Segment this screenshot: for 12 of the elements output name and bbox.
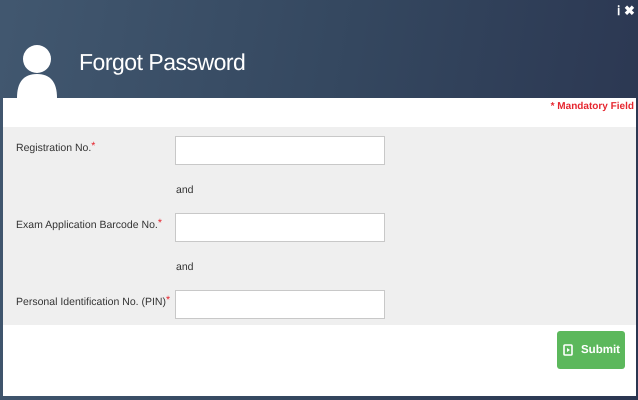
field-label: Registration No. xyxy=(16,141,92,154)
close-button[interactable]: ✖ xyxy=(623,3,636,19)
field-label: Exam Application Barcode No. xyxy=(16,218,158,231)
required-marker: * xyxy=(166,293,170,306)
dialog-title: Forgot Password xyxy=(79,49,246,76)
info-button[interactable]: ℹ xyxy=(616,3,621,19)
required-marker: * xyxy=(158,216,162,229)
required-marker: * xyxy=(91,139,96,152)
mandatory-note: * Mandatory Field xyxy=(550,101,634,114)
field-label: Personal Identification No. (PIN) xyxy=(16,295,166,308)
separator-text: and xyxy=(176,261,194,273)
separator-text: and xyxy=(176,184,194,196)
